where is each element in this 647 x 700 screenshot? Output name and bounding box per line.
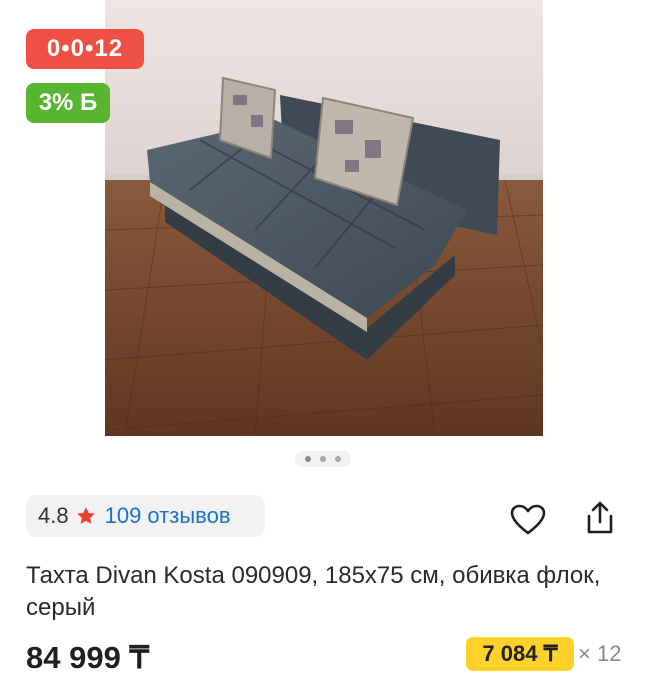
rating-chip[interactable]: 4.8 109 отзывов: [26, 495, 265, 537]
product-price: 84 999 ₸: [26, 640, 150, 675]
sofa-image: [105, 0, 543, 436]
gallery-dot[interactable]: [305, 456, 311, 462]
installment-badge: 0•0•12: [26, 29, 144, 69]
product-title: Тахта Divan Kosta 090909, 185x75 см, оби…: [26, 562, 601, 621]
gallery-pagination[interactable]: [295, 451, 351, 467]
share-button[interactable]: [580, 498, 620, 538]
product-photo[interactable]: [105, 0, 543, 436]
installment-term: × 12: [578, 641, 622, 666]
share-icon: [587, 501, 613, 534]
heart-icon: [510, 504, 546, 535]
monthly-payment-badge[interactable]: 7 084 ₸: [466, 637, 574, 671]
gallery-dot[interactable]: [335, 456, 341, 462]
bonus-badge: 3% Б: [26, 83, 110, 123]
reviews-link[interactable]: 109 отзывов: [105, 503, 231, 529]
gallery-dot[interactable]: [320, 456, 326, 462]
rating-value: 4.8: [38, 503, 69, 528]
star-icon: [76, 507, 95, 524]
favorite-button[interactable]: [508, 500, 548, 540]
